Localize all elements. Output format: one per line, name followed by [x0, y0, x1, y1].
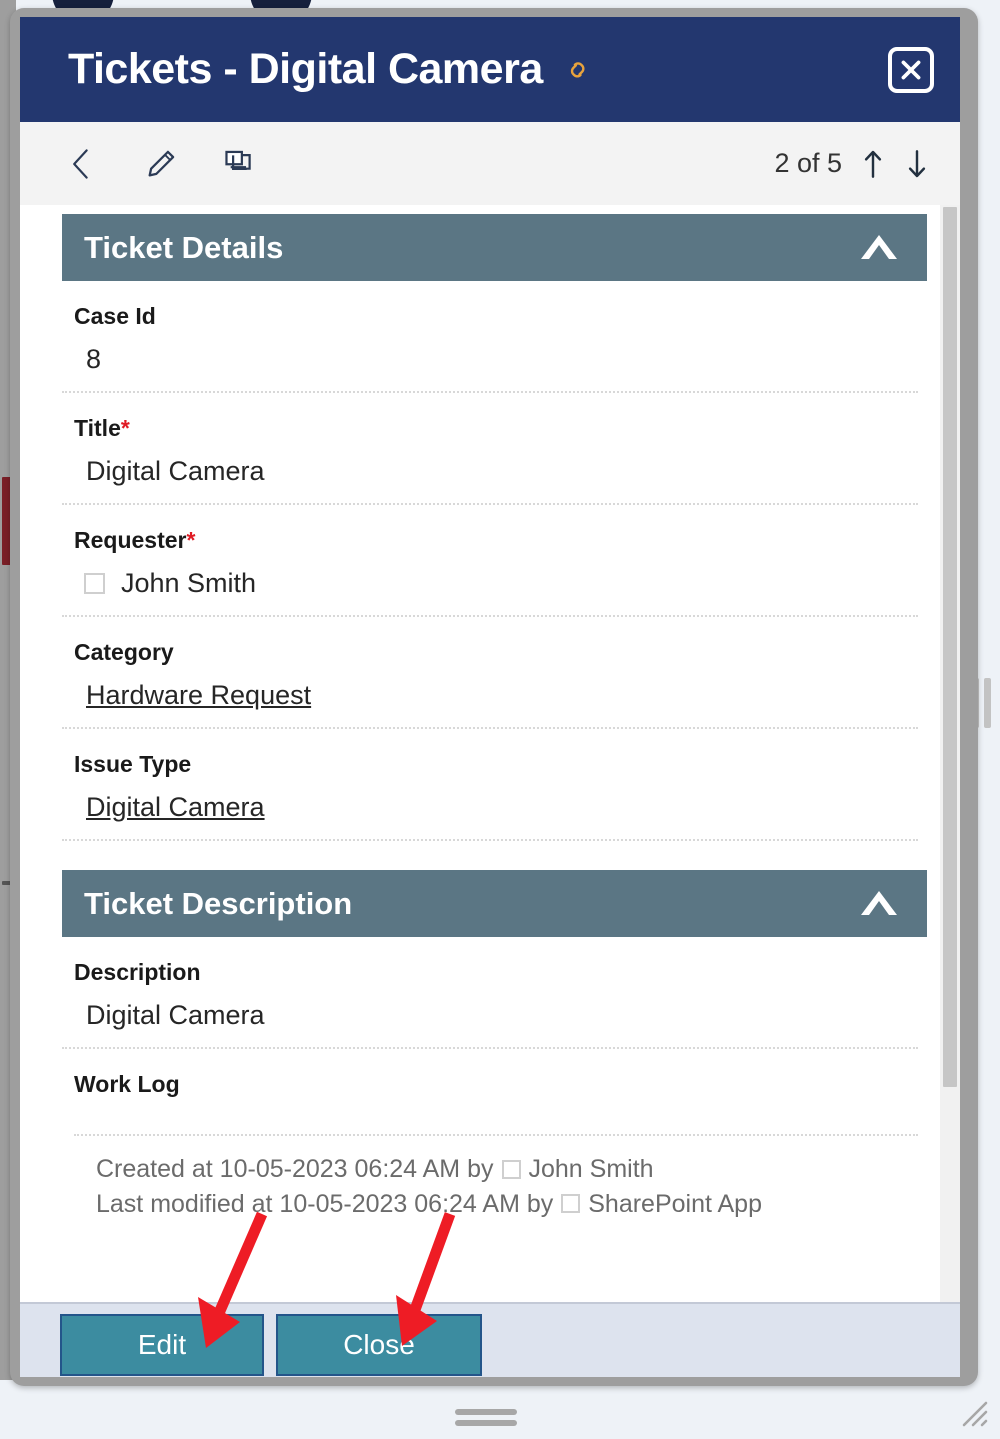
pencil-edit-icon[interactable]: [144, 147, 178, 181]
field-category: Category Hardware Request: [62, 617, 918, 729]
work-log-modified-line: Last modified at 10-05-2023 06:24 AM by …: [96, 1187, 918, 1222]
form-scroll-area: Ticket Details Case Id 8 Title* Digital …: [20, 205, 960, 1302]
duplicate-copy-icon[interactable]: [224, 147, 258, 181]
work-log-modified-text: Last modified at 10-05-2023 06:24 AM by: [96, 1189, 554, 1218]
field-value: John Smith: [121, 568, 257, 598]
field-requester: Requester* John Smith: [62, 505, 918, 617]
field-case-id: Case Id 8: [62, 281, 918, 393]
field-value-link[interactable]: Digital Camera: [74, 792, 918, 823]
side-resize-grip-bar-2[interactable]: [984, 678, 991, 728]
field-description: Description Digital Camera: [62, 937, 918, 1049]
field-title: Title* Digital Camera: [62, 393, 918, 505]
field-issue-type: Issue Type Digital Camera: [62, 729, 918, 841]
section-title: Ticket Description: [84, 885, 353, 921]
record-pager-label: 2 of 5: [774, 148, 842, 178]
field-label: Category: [74, 639, 174, 665]
person-avatar-placeholder-icon: [501, 1159, 521, 1179]
command-toolbar: 2 of 5: [20, 122, 960, 205]
work-log-created-text: Created at 10-05-2023 06:24 AM by: [96, 1155, 494, 1183]
field-label: Issue Type: [74, 751, 192, 777]
field-label: Work Log: [74, 1071, 180, 1097]
person-avatar-placeholder-icon: [561, 1194, 581, 1214]
vertical-scrollbar[interactable]: [940, 205, 960, 1302]
arrow-down-icon[interactable]: [904, 147, 930, 181]
field-value: Digital Camera: [86, 1000, 265, 1030]
person-avatar-placeholder-icon: [84, 573, 105, 594]
field-label: Description: [74, 959, 201, 985]
arrow-up-icon[interactable]: [860, 147, 886, 181]
field-label: Requester*: [74, 527, 196, 553]
link-icon[interactable]: [563, 55, 593, 85]
chevron-up-icon[interactable]: [857, 882, 901, 926]
field-work-log: Work Log Created at 10-05-2023 06:24 AM …: [62, 1049, 918, 1229]
section-title: Ticket Details: [84, 229, 284, 265]
chevron-up-icon[interactable]: [857, 226, 901, 270]
modal-window-frame: Tickets - Digital Camera 2 of 5 Ticket D…: [10, 8, 978, 1386]
modal-title-bar: Tickets - Digital Camera: [20, 17, 960, 122]
scrollbar-thumb[interactable]: [943, 207, 957, 1087]
person-chip[interactable]: John Smith: [74, 568, 918, 599]
close-icon[interactable]: [888, 46, 934, 93]
close-button[interactable]: Close: [276, 1314, 482, 1376]
modal-footer: Edit Close: [20, 1302, 960, 1377]
window-drag-handle[interactable]: [455, 1409, 517, 1427]
field-value-link[interactable]: Hardware Request: [74, 680, 918, 711]
resize-grip-icon[interactable]: [956, 1397, 990, 1431]
back-chevron-icon[interactable]: [64, 147, 98, 181]
modal-window: Tickets - Digital Camera 2 of 5 Ticket D…: [20, 17, 960, 1377]
section-header-ticket-details[interactable]: Ticket Details: [62, 214, 927, 281]
work-log-modified-by: SharePoint App: [588, 1189, 762, 1218]
field-label: Title*: [74, 415, 130, 441]
field-value: Digital Camera: [86, 456, 265, 486]
page-title: Tickets - Digital Camera: [68, 45, 543, 93]
section-header-ticket-description[interactable]: Ticket Description: [62, 870, 927, 937]
field-value: 8: [86, 344, 102, 374]
field-label: Case Id: [74, 303, 156, 329]
work-log-created-by: John Smith: [528, 1155, 654, 1183]
work-log-created-line: Created at 10-05-2023 06:24 AM by John S…: [96, 1152, 918, 1187]
edit-button[interactable]: Edit: [60, 1314, 264, 1376]
